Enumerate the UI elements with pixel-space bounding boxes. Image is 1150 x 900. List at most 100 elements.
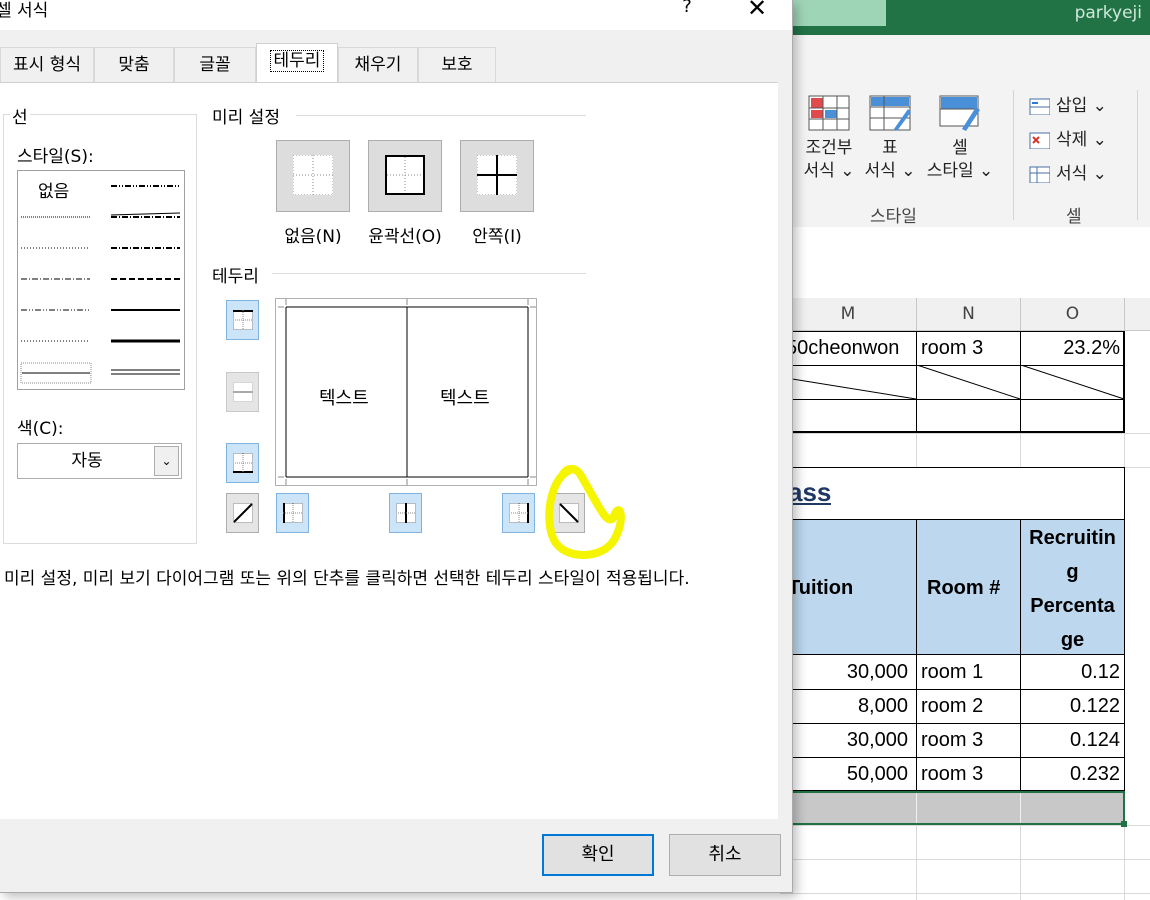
color-value: 자동: [71, 451, 103, 471]
cell-o1[interactable]: 23.2%: [1021, 331, 1124, 365]
tab-number[interactable]: 표시 형식: [0, 47, 94, 82]
close-button[interactable]: ✕: [740, 0, 774, 24]
line-style-swatches[interactable]: [18, 171, 184, 389]
preset-outline-icon: [385, 155, 425, 195]
preset-outline-label: 윤곽선(O): [368, 227, 442, 247]
line-style-list[interactable]: 없음: [17, 170, 185, 390]
header-line: ge: [1060, 629, 1085, 651]
border-left-icon: [283, 503, 303, 523]
border-left-button[interactable]: [276, 493, 309, 533]
table-format-label2: 서식 ⌄: [864, 161, 916, 181]
preset-none-icon: [293, 155, 333, 195]
cell-style-icon: [939, 95, 980, 131]
cell-m1[interactable]: 50cheonwon: [786, 331, 916, 365]
border-inner-horizontal-icon: [233, 382, 253, 402]
format-cells-icon: [1029, 166, 1050, 183]
preset-none-button[interactable]: [276, 140, 350, 212]
table-format-icon: [869, 95, 911, 131]
header-line: Recruitin: [1029, 527, 1116, 549]
table-format-label1: 표: [882, 138, 898, 158]
header-line: Percenta: [1030, 595, 1115, 617]
table-row-room[interactable]: room 2: [921, 689, 983, 723]
border-top-icon: [233, 310, 253, 330]
column-header-o[interactable]: O: [1021, 298, 1125, 331]
border-right-button[interactable]: [502, 493, 535, 533]
border-label: 테두리: [210, 262, 261, 287]
diagonal-borders: [780, 365, 1125, 400]
chevron-down-icon[interactable]: ⌄: [154, 446, 179, 476]
ribbon-separator: [1137, 90, 1138, 220]
formula-bar-area[interactable]: [780, 227, 1150, 299]
tab-fill[interactable]: 채우기: [338, 47, 418, 82]
border-inner-horizontal-button[interactable]: [226, 372, 259, 412]
table-title-fragment[interactable]: ass: [788, 475, 831, 509]
excel-title-bar: parkyeji: [780, 0, 1150, 35]
insert-label: 삽입 ⌄: [1056, 96, 1107, 116]
header-tuition[interactable]: Tuition: [788, 571, 853, 605]
format-label: 서식 ⌄: [1056, 164, 1107, 184]
divider: [296, 115, 586, 116]
insert-cells-button[interactable]: 삽입 ⌄: [1028, 91, 1107, 116]
preset-inside-button[interactable]: [460, 140, 534, 212]
selected-range[interactable]: [780, 791, 1125, 825]
table-row-tuition[interactable]: 50,000: [780, 757, 912, 791]
header-recruiting-percentage[interactable]: Recruitin g Percenta ge: [1021, 521, 1124, 657]
border-bottom-icon: [233, 453, 253, 473]
format-cells-button[interactable]: 서식 ⌄: [1028, 159, 1107, 184]
cell-styles-button[interactable]: 셀 스타일 ⌄: [922, 95, 998, 183]
cell-n1[interactable]: room 3: [921, 331, 1020, 365]
table-row-tuition[interactable]: 30,000: [780, 655, 912, 689]
user-name[interactable]: parkyeji: [1075, 3, 1142, 23]
border-inner-vertical-button[interactable]: [389, 493, 422, 533]
tab-font[interactable]: 글꼴: [174, 47, 256, 82]
table-row-rate[interactable]: 0.122: [1021, 689, 1124, 723]
table-row-rate[interactable]: 0.124: [1021, 723, 1124, 757]
preview-lines: [278, 299, 536, 485]
line-group-label: 선: [10, 103, 30, 128]
delete-cells-button[interactable]: 삭제 ⌄: [1028, 125, 1107, 150]
border-top-button[interactable]: [226, 300, 259, 340]
header-room[interactable]: Room #: [927, 571, 1000, 605]
cell-styles-label1: 셀: [952, 138, 968, 158]
column-header-n[interactable]: N: [917, 298, 1021, 331]
table-row-room[interactable]: room 3: [921, 757, 983, 791]
table-row-rate[interactable]: 0.232: [1021, 757, 1124, 791]
border-description: 미리 설정, 미리 보기 다이어그램 또는 위의 단추를 클릭하면 선택한 테두…: [4, 569, 690, 589]
styles-group-label: 스타일: [870, 207, 917, 227]
divider: [272, 273, 586, 274]
preset-inside-label: 안쪽(I): [472, 227, 522, 247]
color-dropdown[interactable]: 자동 ⌄: [17, 443, 182, 479]
worksheet-grid[interactable]: 50cheonwon room 3 23.2% ass Tuition Room…: [780, 331, 1150, 900]
cell-styles-label2: 스타일 ⌄: [926, 161, 994, 181]
table-row-room[interactable]: room 1: [921, 655, 983, 689]
help-button[interactable]: ?: [672, 0, 702, 26]
column-header-m[interactable]: M: [780, 298, 917, 331]
cancel-button[interactable]: 취소: [669, 834, 781, 876]
border-bottom-button[interactable]: [226, 443, 259, 483]
border-inner-vertical-icon: [396, 503, 416, 523]
dialog-title: 셀 서식: [0, 1, 49, 21]
style-label: 스타일(S):: [17, 147, 94, 167]
delete-label: 삭제 ⌄: [1056, 130, 1107, 150]
column-header-p[interactable]: [1125, 298, 1150, 331]
insert-cells-icon: [1029, 98, 1050, 115]
ok-button[interactable]: 확인: [542, 834, 654, 876]
table-row-room[interactable]: room 3: [921, 723, 983, 757]
delete-cells-icon: [1029, 132, 1050, 149]
conditional-format-icon: [808, 95, 850, 131]
tab-alignment[interactable]: 맞춤: [94, 47, 174, 82]
border-preview[interactable]: 텍스트 텍스트: [275, 298, 537, 486]
preset-outline-button[interactable]: [368, 140, 442, 212]
tab-border[interactable]: 테두리: [256, 43, 338, 84]
border-diagonal-up-button[interactable]: [226, 493, 259, 533]
tab-protection[interactable]: 보호: [418, 47, 496, 82]
table-row-tuition[interactable]: 8,000: [780, 689, 912, 723]
presets-label: 미리 설정: [210, 103, 282, 128]
table-row-tuition[interactable]: 30,000: [780, 723, 912, 757]
conditional-format-button[interactable]: 조건부 서식 ⌄: [794, 95, 864, 183]
table-row-rate[interactable]: 0.12: [1021, 655, 1124, 689]
title-bar-search-area[interactable]: [790, 0, 886, 26]
conditional-format-label1: 조건부: [805, 138, 853, 158]
format-as-table-button[interactable]: 표 서식 ⌄: [860, 95, 920, 183]
fill-handle[interactable]: [1121, 821, 1127, 827]
